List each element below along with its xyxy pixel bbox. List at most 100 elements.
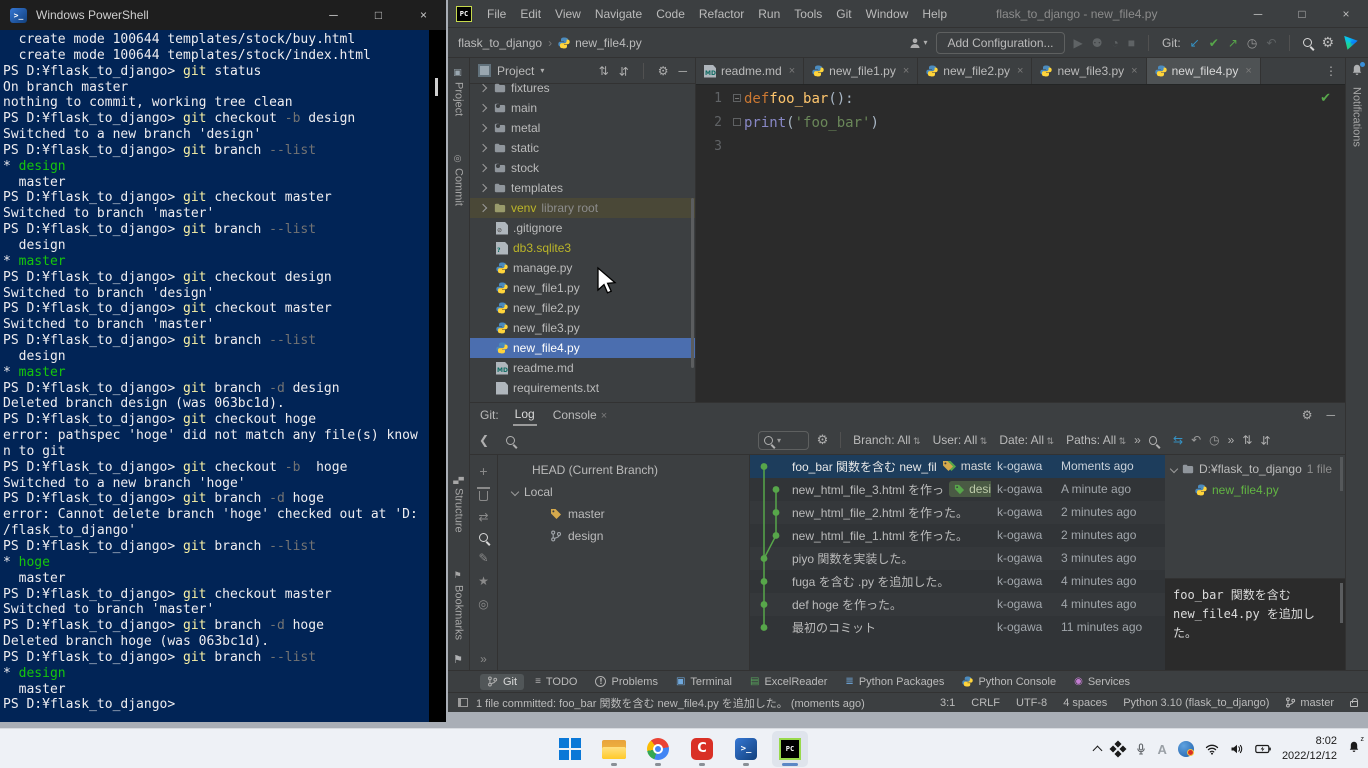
- inspection-ok-icon[interactable]: ✔: [1320, 90, 1331, 106]
- terminal-output[interactable]: create mode 100644 templates/stock/buy.h…: [0, 30, 429, 722]
- more-icon[interactable]: »: [1228, 433, 1235, 447]
- search-everywhere-icon[interactable]: [1303, 38, 1312, 47]
- project-panel-title[interactable]: Project: [497, 64, 534, 78]
- notifications-bell-icon[interactable]: [1351, 64, 1363, 79]
- red-c-app-button[interactable]: C: [684, 731, 720, 767]
- commit-row[interactable]: def hoge を作った。k-ogawa4 minutes ago: [750, 593, 1165, 616]
- menu-item-code[interactable]: Code: [649, 7, 692, 21]
- tool-button-python-packages[interactable]: ≣Python Packages: [838, 674, 951, 690]
- commit-row[interactable]: foo_bar 関数を含む new_filmasterk-ogawaMoment…: [750, 455, 1165, 478]
- more-options-icon[interactable]: ⋮: [1317, 58, 1345, 84]
- project-tree-item[interactable]: main: [470, 98, 695, 118]
- status-item[interactable]: UTF-8: [1016, 697, 1047, 709]
- changed-root-row[interactable]: D:¥flask_to_django 1 file: [1165, 459, 1345, 480]
- branch-row-master[interactable]: master: [498, 503, 749, 525]
- diff-preview-icon[interactable]: ⇆: [1173, 433, 1183, 447]
- project-tree-item[interactable]: stock: [470, 158, 695, 178]
- rollback-icon[interactable]: ↶: [1191, 433, 1201, 447]
- status-item[interactable]: Python 3.10 (flask_to_django): [1123, 697, 1269, 709]
- editor-tab-new_file2.py[interactable]: new_file2.py×: [918, 58, 1032, 84]
- menu-item-run[interactable]: Run: [751, 7, 787, 21]
- log-filter[interactable]: Paths: All ⇅: [1066, 433, 1126, 447]
- minimize-button[interactable]: ─: [1236, 7, 1280, 21]
- project-tree-item[interactable]: manage.py: [470, 258, 695, 278]
- local-group-row[interactable]: Local: [498, 481, 749, 503]
- tray-sphere-icon[interactable]: [1178, 741, 1194, 757]
- expand-all-icon[interactable]: ⇅: [1242, 433, 1252, 447]
- status-item[interactable]: 3:1: [940, 697, 955, 709]
- branch-search-field[interactable]: [498, 427, 750, 454]
- chrome-button[interactable]: [640, 731, 676, 767]
- editor-tab-readme.md[interactable]: MDreadme.md×: [696, 58, 804, 84]
- more-icon[interactable]: »: [480, 652, 487, 666]
- chevron-right-icon[interactable]: [479, 104, 487, 112]
- fold-marker[interactable]: −: [733, 94, 741, 102]
- scrollbar-thumb[interactable]: [435, 78, 438, 96]
- powershell-titlebar[interactable]: >_ Windows PowerShell ─ □ ×: [0, 0, 446, 30]
- microphone-icon[interactable]: [1135, 743, 1147, 755]
- scrollbar-thumb[interactable]: [1340, 457, 1343, 491]
- git-push-icon[interactable]: ↗: [1228, 36, 1238, 50]
- pycharm-titlebar[interactable]: PC FileEditViewNavigateCodeRefactorRunTo…: [448, 0, 1368, 28]
- log-filter[interactable]: Branch: All ⇅: [853, 433, 920, 447]
- clock[interactable]: 8:02 2022/12/12: [1282, 734, 1337, 764]
- add-icon[interactable]: +: [479, 463, 487, 479]
- editor-tab-new_file3.py[interactable]: new_file3.py×: [1032, 58, 1146, 84]
- commit-row[interactable]: new_html_file_1.html を作った。k-ogawa2 minut…: [750, 524, 1165, 547]
- tool-button-problems[interactable]: !Problems: [588, 674, 664, 690]
- commit-row[interactable]: 最初のコミットk-ogawa11 minutes ago: [750, 616, 1165, 639]
- search-icon[interactable]: [479, 533, 488, 542]
- collapse-all-icon[interactable]: ⇅: [1260, 433, 1270, 447]
- breadcrumb-file[interactable]: new_file4.py: [575, 36, 642, 50]
- tool-button-todo[interactable]: ≡TODO: [528, 674, 584, 690]
- project-tree-item[interactable]: venv library root: [470, 198, 695, 218]
- commit-row[interactable]: piyo 関数を実装した。k-ogawa3 minutes ago: [750, 547, 1165, 570]
- scrollbar-thumb[interactable]: [1340, 583, 1343, 623]
- notification-bell-icon[interactable]: z: [1348, 740, 1360, 758]
- tool-button-services[interactable]: ◉Services: [1067, 674, 1137, 690]
- layout-icon[interactable]: [458, 698, 468, 707]
- log-filter[interactable]: Date: All ⇅: [999, 433, 1054, 447]
- commit-row[interactable]: fuga を含む .py を追加した。k-ogawa4 minutes ago: [750, 570, 1165, 593]
- menu-item-git[interactable]: Git: [829, 7, 858, 21]
- git-commit-check-icon[interactable]: ✔: [1209, 36, 1219, 50]
- close-icon[interactable]: ×: [903, 65, 909, 77]
- project-tree-item[interactable]: metal: [470, 118, 695, 138]
- add-configuration-button[interactable]: Add Configuration...: [936, 32, 1064, 54]
- favorite-star-icon[interactable]: ★: [478, 574, 489, 588]
- project-tree-item[interactable]: MDreadme.md: [470, 358, 695, 378]
- project-tree-item[interactable]: new_file2.py: [470, 298, 695, 318]
- options-gear-icon[interactable]: ⚙: [658, 64, 669, 78]
- tool-window-commit[interactable]: ◎Commit: [453, 148, 465, 212]
- menu-item-navigate[interactable]: Navigate: [588, 7, 649, 21]
- git-update-icon[interactable]: ↙: [1190, 36, 1200, 50]
- status-git-branch[interactable]: master: [1285, 697, 1334, 709]
- chevron-right-icon[interactable]: [479, 184, 487, 192]
- project-tree-item[interactable]: fixtures: [470, 78, 695, 98]
- delete-icon[interactable]: [479, 491, 488, 501]
- menu-item-tools[interactable]: Tools: [787, 7, 829, 21]
- file-explorer-button[interactable]: [596, 731, 632, 767]
- chevron-right-icon[interactable]: [479, 84, 487, 92]
- more-filters-icon[interactable]: »: [1134, 433, 1141, 447]
- code-line[interactable]: 2 print('foo_bar'): [696, 111, 1345, 135]
- maximize-button[interactable]: □: [356, 8, 401, 22]
- tool-window-notifications[interactable]: Notifications: [1351, 81, 1363, 153]
- search-icon[interactable]: [1149, 436, 1157, 445]
- settings-gear-icon[interactable]: ⚙: [1321, 34, 1334, 51]
- code-editor[interactable]: 1−def foo_bar():2 print('foo_bar')3: [696, 85, 1345, 159]
- commit-message-box[interactable]: foo_bar 関数を含む new_file4.py を追加した。: [1165, 578, 1345, 670]
- close-icon[interactable]: ×: [601, 410, 607, 422]
- pycharm-taskbar-button[interactable]: PC: [772, 731, 808, 767]
- tool-button-excelreader[interactable]: ▤ExcelReader: [743, 674, 834, 690]
- coverage-button[interactable]: ◔: [1112, 36, 1119, 50]
- collapse-all-icon[interactable]: ⇅: [619, 64, 629, 78]
- tool-window-structure[interactable]: ▚Structure: [453, 471, 465, 539]
- minimize-button[interactable]: ─: [311, 8, 356, 22]
- commit-row[interactable]: new_html_file_3.html を作っdesignk-ogawaA m…: [750, 478, 1165, 501]
- close-button[interactable]: ×: [1324, 7, 1368, 21]
- user-icon[interactable]: ▾: [909, 37, 927, 49]
- expand-all-icon[interactable]: ⇅: [599, 64, 609, 78]
- menu-item-file[interactable]: File: [480, 7, 513, 21]
- ime-mode-icon[interactable]: A: [1158, 742, 1167, 757]
